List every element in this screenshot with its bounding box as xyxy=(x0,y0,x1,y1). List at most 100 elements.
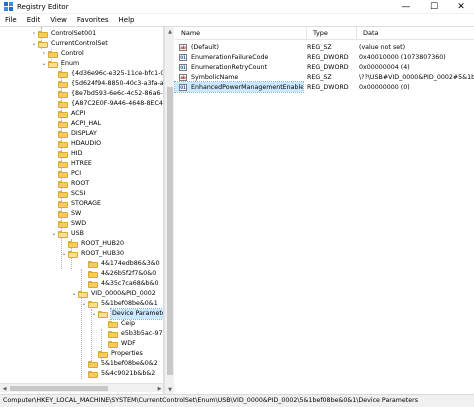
tree-item-label: 4&35c7ca68&b&0 xyxy=(101,280,159,287)
value-type: REG_DWORD xyxy=(307,83,349,91)
collapse-chevron-icon[interactable]: ⌄ xyxy=(30,39,38,49)
tree-item[interactable]: {5d624f94-8850-40c3-a3fa-a4 xyxy=(50,79,163,89)
tree-horizontal-scrollbar[interactable]: ◀ ▶ xyxy=(0,383,163,393)
tree-item-currentcontrolset[interactable]: ⌄ CurrentControlSet xyxy=(30,39,108,49)
status-bar-path: Computer\HKEY_LOCAL_MACHINE\SYSTEM\Curre… xyxy=(0,394,474,407)
tree-item-controlset001[interactable]: › ControlSet001 xyxy=(30,29,96,39)
tree-item-display[interactable]: DISPLAY xyxy=(50,129,97,139)
tree-item-vid-pid[interactable]: ⌄ VID_0000&PID_0002 xyxy=(70,289,156,299)
title-bar: Registry Editor — ☐ ✕ xyxy=(0,0,474,14)
tree-item-label: e5b3b5ac-9725 xyxy=(121,330,163,337)
tree-item-acpi[interactable]: ACPI xyxy=(50,109,85,119)
menu-help[interactable]: Help xyxy=(114,14,140,27)
folder-icon xyxy=(48,50,58,58)
folder-icon xyxy=(108,320,118,328)
scroll-down-icon[interactable]: ▼ xyxy=(165,385,175,394)
tree-item-acpi-hal[interactable]: ACPI_HAL xyxy=(50,119,101,129)
column-header-name[interactable]: Name xyxy=(175,26,307,40)
close-button[interactable]: ✕ xyxy=(448,0,474,14)
tree-item-label: HDAUDIO xyxy=(71,140,102,147)
collapse-chevron-icon[interactable]: ⌄ xyxy=(50,229,58,239)
value-row-default[interactable]: ab (Default) REG_SZ (value not set) xyxy=(175,42,474,52)
tree-item-instance[interactable]: ⌄ 5&1bef08be&0&1 xyxy=(80,299,158,309)
tree-item[interactable]: {4d36e96c-e325-11ce-bfc1-0 xyxy=(50,69,163,79)
tree-item-label: Control xyxy=(61,50,84,57)
folder-icon xyxy=(108,330,118,338)
value-row-symbolic-name[interactable]: ab SymbolicName REG_SZ \??\USB#VID_0000&… xyxy=(175,72,474,82)
collapse-chevron-icon[interactable]: ⌄ xyxy=(90,309,98,319)
tree-item-properties[interactable]: Properties xyxy=(90,349,143,359)
tree-item-htree[interactable]: HTREE xyxy=(50,159,92,169)
menu-favorites[interactable]: Favorites xyxy=(72,14,114,27)
tree-item-label: STORAGE xyxy=(71,200,101,207)
tree-item[interactable]: 4&35c7ca68&b&0 xyxy=(80,279,159,289)
tree-item-scsi[interactable]: SCSI xyxy=(50,189,85,199)
menu-edit[interactable]: Edit xyxy=(22,14,46,27)
scrollbar-thumb[interactable] xyxy=(167,87,173,375)
tree-item-ceip[interactable]: Ceip xyxy=(100,319,135,329)
tree-item-label: ROOT_HUB20 xyxy=(81,240,124,247)
menu-file[interactable]: File xyxy=(0,14,22,27)
value-row-enhanced-power-management[interactable]: 01 EnhancedPowerManagementEnabled REG_DW… xyxy=(174,81,474,93)
collapse-chevron-icon[interactable]: ⌄ xyxy=(70,289,78,299)
tree-item[interactable]: {8e7bd593-6e6c-4c52-86a6-7 xyxy=(50,89,164,99)
expand-chevron-icon[interactable]: › xyxy=(30,29,38,39)
tree-item-storage[interactable]: STORAGE xyxy=(50,199,101,209)
tree-item-root[interactable]: ROOT xyxy=(50,179,89,189)
scrollbar-thumb[interactable] xyxy=(10,386,108,391)
collapse-chevron-icon[interactable]: ⌄ xyxy=(40,59,48,69)
tree-item-swd[interactable]: SWD xyxy=(50,219,86,229)
tree-item[interactable]: {A87C2E0F-9A46-4648-8EC4-1 xyxy=(50,99,163,109)
tree-item-label: {8e7bd593-6e6c-4c52-86a6-7 xyxy=(71,90,164,97)
column-header-type[interactable]: Type xyxy=(307,26,357,40)
folder-icon xyxy=(58,150,68,158)
tree-item-sw[interactable]: SW xyxy=(50,209,81,219)
tree-item[interactable]: 4&26b5f2f7&0&0 xyxy=(80,269,156,279)
minimize-button[interactable]: — xyxy=(392,0,420,14)
folder-icon xyxy=(58,80,68,88)
tree-item[interactable]: 5&1bef08be&0&2 xyxy=(80,359,158,369)
folder-icon xyxy=(58,190,68,198)
tree-item-hdaudio[interactable]: HDAUDIO xyxy=(50,139,101,149)
tree-item-root-hub30[interactable]: ⌄ ROOT_HUB30 xyxy=(60,249,124,259)
tree-item[interactable]: 5&4c9021b&b&2 xyxy=(80,369,155,379)
folder-icon xyxy=(58,140,68,148)
tree-item-label: 5&4c9021b&b&2 xyxy=(101,370,156,377)
value-data: (value not set) xyxy=(359,43,406,51)
tree-item[interactable]: e5b3b5ac-9725 xyxy=(100,329,163,339)
binary-value-icon: 01 xyxy=(179,63,187,71)
column-header-data[interactable]: Data xyxy=(357,27,474,40)
tree-item-hid[interactable]: HID xyxy=(50,149,82,159)
tree-item-control[interactable]: › Control xyxy=(40,49,84,59)
tree-item-root-hub20[interactable]: ROOT_HUB20 xyxy=(60,239,124,249)
expand-chevron-icon[interactable]: › xyxy=(40,49,48,59)
values-list: Name Type Data ab (Default) REG_SZ (valu… xyxy=(174,26,474,394)
tree-vertical-scrollbar[interactable]: ▲ ▼ xyxy=(164,27,174,394)
value-data: \??\USB#VID_0000&PID_0002#5&1be xyxy=(359,73,474,81)
value-data: 0x00000004 (4) xyxy=(359,63,410,71)
tree-item-label: ControlSet001 xyxy=(51,30,97,37)
value-row-enumeration-retry-count[interactable]: 01 EnumerationRetryCount REG_DWORD 0x000… xyxy=(175,62,474,72)
tree-item-enum[interactable]: ⌄ Enum xyxy=(40,59,79,69)
folder-icon xyxy=(58,100,68,108)
folder-icon xyxy=(58,220,68,228)
value-type: REG_SZ xyxy=(307,43,332,51)
scroll-left-icon[interactable]: ◀ xyxy=(0,384,9,393)
value-name: EnumerationRetryCount xyxy=(191,63,267,71)
value-data: 0x00000000 (0) xyxy=(359,83,410,91)
tree-item-usb[interactable]: ⌄ USB xyxy=(50,229,84,239)
tree-item-pci[interactable]: PCI xyxy=(50,169,81,179)
collapse-chevron-icon[interactable]: ⌄ xyxy=(80,299,88,309)
menu-view[interactable]: View xyxy=(45,14,72,27)
scroll-up-icon[interactable]: ▲ xyxy=(165,27,175,36)
folder-icon xyxy=(88,360,98,368)
string-value-icon: ab xyxy=(179,73,187,81)
scroll-right-icon[interactable]: ▶ xyxy=(155,384,163,393)
tree-item-label: DISPLAY xyxy=(71,130,97,137)
tree-item-device-parameters[interactable]: ⌄ Device Parameters xyxy=(90,308,163,320)
tree-item[interactable]: 4&174edb86&3&0 xyxy=(80,259,160,269)
value-row-enumeration-failure-code[interactable]: 01 EnumerationFailureCode REG_DWORD 0x40… xyxy=(175,52,474,62)
collapse-chevron-icon[interactable]: ⌄ xyxy=(60,249,68,259)
tree-item-wdf[interactable]: WDF xyxy=(100,339,136,349)
maximize-button[interactable]: ☐ xyxy=(420,0,448,14)
